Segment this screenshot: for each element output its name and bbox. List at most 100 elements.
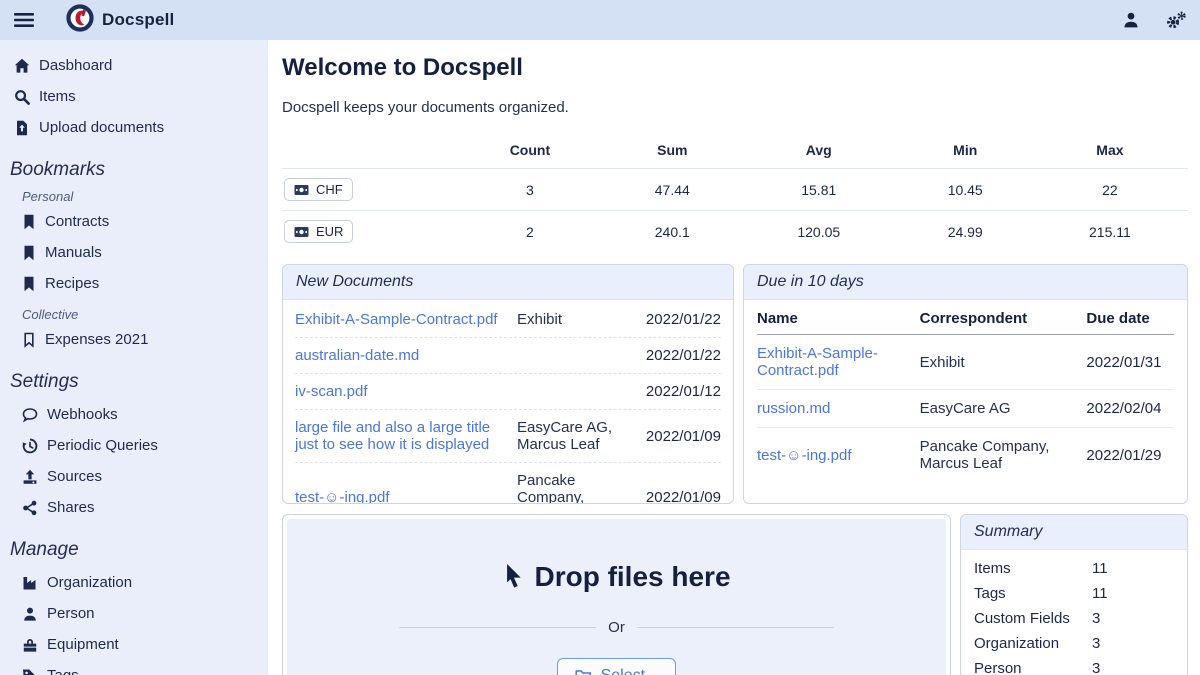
summary-label: Custom Fields bbox=[974, 610, 1092, 627]
summary-panel: Summary Items 11 Tags 11 Custom Fields 3 bbox=[960, 514, 1188, 675]
page-subtitle: Docspell keeps your documents organized. bbox=[282, 99, 1188, 116]
sidebar-item-label: Expenses 2021 bbox=[45, 331, 148, 348]
document-date: 2022/01/22 bbox=[646, 311, 721, 328]
currency-badge-eur: EUR bbox=[284, 220, 353, 243]
summary-label: Tags bbox=[974, 585, 1092, 602]
document-link[interactable]: test-☺-ing.pdf bbox=[757, 447, 852, 464]
file-upload-icon bbox=[14, 120, 30, 136]
money-bill-icon bbox=[294, 226, 309, 238]
due-header-correspondent: Correspondent bbox=[920, 304, 1087, 335]
tag-icon bbox=[22, 668, 38, 675]
document-date: 2022/01/12 bbox=[646, 383, 721, 400]
sidebar-item-label: Dasbhoard bbox=[39, 57, 112, 74]
summary-label: Person bbox=[974, 660, 1092, 675]
folder-open-icon bbox=[575, 669, 593, 675]
search-icon bbox=[14, 89, 30, 105]
sidebar-item-label: Contracts bbox=[45, 213, 109, 230]
summary-title: Summary bbox=[961, 515, 1187, 550]
sidebar-item-label: Upload documents bbox=[39, 119, 164, 136]
select-files-button[interactable]: Select... bbox=[557, 658, 677, 675]
sidebar-item-tags[interactable]: Tags bbox=[18, 660, 260, 675]
document-link[interactable]: russion.md bbox=[757, 400, 830, 417]
document-correspondent: Pancake Company, Marcus Leaf bbox=[517, 472, 636, 504]
sidebar-item-items[interactable]: Items bbox=[10, 81, 260, 112]
history-icon bbox=[22, 438, 38, 454]
document-date: 2022/01/09 bbox=[646, 428, 721, 445]
sidebar-item-organization[interactable]: Organization bbox=[18, 567, 260, 598]
sidebar-section-bookmarks: Bookmarks bbox=[10, 159, 260, 181]
summary-value: 11 bbox=[1092, 585, 1108, 602]
document-row: iv-scan.pdf 2022/01/12 bbox=[295, 373, 721, 409]
stats-header-min: Min bbox=[899, 138, 1032, 169]
sidebar-item-periodic-queries[interactable]: Periodic Queries bbox=[18, 430, 260, 461]
new-documents-title: New Documents bbox=[283, 265, 733, 300]
due-date: 2022/01/31 bbox=[1086, 335, 1174, 390]
document-link[interactable]: test-☺-ing.pdf bbox=[295, 489, 507, 504]
sidebar-item-expenses-2021[interactable]: Expenses 2021 bbox=[18, 324, 260, 355]
upload-icon bbox=[22, 469, 38, 485]
topbar: Docspell bbox=[0, 0, 1200, 40]
summary-value: 3 bbox=[1092, 610, 1100, 627]
settings-gears-icon[interactable] bbox=[1166, 11, 1186, 29]
document-date: 2022/01/09 bbox=[646, 489, 721, 504]
sidebar: Dasbhoard Items Upload documents Bookmar… bbox=[0, 40, 268, 675]
sidebar-item-label: Organization bbox=[47, 574, 132, 591]
summary-row: Person 3 bbox=[974, 656, 1174, 675]
due-correspondent: Pancake Company, Marcus Leaf bbox=[920, 428, 1087, 483]
sidebar-item-label: Periodic Queries bbox=[47, 437, 158, 454]
sidebar-item-upload-documents[interactable]: Upload documents bbox=[10, 112, 260, 143]
summary-value: 11 bbox=[1092, 560, 1108, 577]
due-date: 2022/01/29 bbox=[1086, 428, 1174, 483]
sidebar-item-manuals[interactable]: Manuals bbox=[18, 237, 260, 268]
due-correspondent: EasyCare AG bbox=[920, 390, 1087, 428]
summary-label: Items bbox=[974, 560, 1092, 577]
document-link[interactable]: iv-scan.pdf bbox=[295, 383, 507, 400]
sidebar-item-equipment[interactable]: Equipment bbox=[18, 629, 260, 660]
sidebar-item-webhooks[interactable]: Webhooks bbox=[18, 399, 260, 430]
document-row: Exhibit-A-Sample-Contract.pdf Exhibit 20… bbox=[295, 302, 721, 337]
summary-label: Organization bbox=[974, 635, 1092, 652]
sidebar-item-person[interactable]: Person bbox=[18, 598, 260, 629]
share-icon bbox=[22, 500, 38, 516]
sidebar-section-settings: Settings bbox=[10, 371, 260, 393]
menu-icon[interactable] bbox=[14, 12, 40, 28]
money-bill-icon bbox=[294, 184, 309, 196]
document-link[interactable]: large file and also a large title just t… bbox=[295, 419, 507, 453]
document-row: large file and also a large title just t… bbox=[295, 409, 721, 462]
stats-row-chf: CHF 3 47.44 15.81 10.45 22 bbox=[282, 169, 1188, 211]
sidebar-item-recipes[interactable]: Recipes bbox=[18, 268, 260, 299]
sidebar-item-contracts[interactable]: Contracts bbox=[18, 206, 260, 237]
docspell-logo-icon bbox=[66, 4, 94, 37]
due-row: russion.md EasyCare AG 2022/02/04 bbox=[757, 390, 1174, 428]
sidebar-item-dashboard[interactable]: Dasbhoard bbox=[10, 50, 260, 81]
document-correspondent: Exhibit bbox=[517, 311, 636, 328]
document-link[interactable]: Exhibit-A-Sample-Contract.pdf bbox=[295, 311, 507, 328]
person-icon bbox=[22, 606, 38, 622]
comment-icon bbox=[22, 407, 38, 423]
stats-header-sum: Sum bbox=[606, 138, 739, 169]
document-link[interactable]: australian-date.md bbox=[295, 347, 507, 364]
sidebar-item-label: Manuals bbox=[45, 244, 102, 261]
sidebar-item-shares[interactable]: Shares bbox=[18, 492, 260, 523]
document-date: 2022/01/22 bbox=[646, 347, 721, 364]
or-divider: Or bbox=[399, 619, 834, 636]
summary-row: Items 11 bbox=[974, 556, 1174, 581]
due-row: Exhibit-A-Sample-Contract.pdf Exhibit 20… bbox=[757, 335, 1174, 390]
document-link[interactable]: Exhibit-A-Sample-Contract.pdf bbox=[757, 345, 878, 379]
upload-panel: Drop files here Or Select... bbox=[282, 514, 951, 675]
bookmark-filled-icon bbox=[22, 214, 36, 230]
page-title: Welcome to Docspell bbox=[282, 54, 1188, 82]
bookmark-outline-icon bbox=[22, 332, 36, 348]
due-panel: Due in 10 days Name Correspondent Due da… bbox=[743, 264, 1188, 504]
industry-icon bbox=[22, 575, 38, 591]
sidebar-item-sources[interactable]: Sources bbox=[18, 461, 260, 492]
document-row: test-☺-ing.pdf Pancake Company, Marcus L… bbox=[295, 462, 721, 504]
user-menu-icon[interactable] bbox=[1122, 11, 1140, 29]
sidebar-item-label: Equipment bbox=[47, 636, 119, 653]
due-correspondent: Exhibit bbox=[920, 335, 1087, 390]
sidebar-item-label: Webhooks bbox=[47, 406, 118, 423]
file-dropzone[interactable]: Drop files here Or Select... bbox=[287, 519, 946, 675]
stats-row-eur: EUR 2 240.1 120.05 24.99 215.11 bbox=[282, 211, 1188, 253]
due-date: 2022/02/04 bbox=[1086, 390, 1174, 428]
docspell-logo[interactable]: Docspell bbox=[66, 4, 174, 37]
